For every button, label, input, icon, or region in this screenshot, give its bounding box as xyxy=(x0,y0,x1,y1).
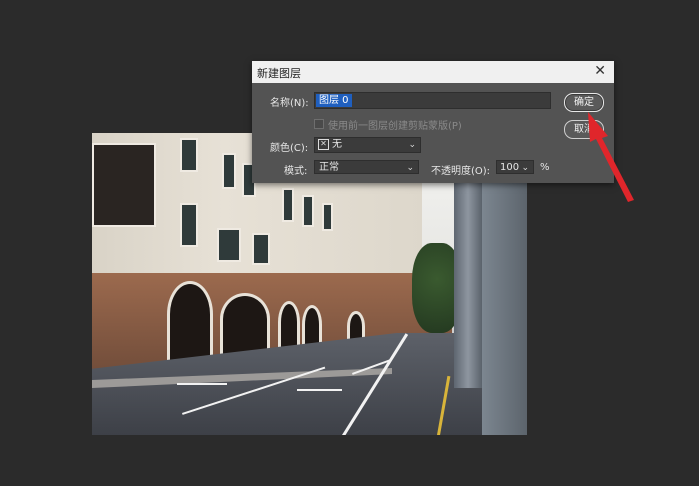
clipping-mask-label: 使用前一图层创建剪贴蒙版(P) xyxy=(328,121,462,132)
color-value: 无 xyxy=(332,139,342,150)
layer-name-input[interactable]: 图层 0 xyxy=(314,92,551,109)
opacity-label: 不透明度(O): xyxy=(431,166,491,177)
none-color-swatch-icon: ✕ xyxy=(318,138,329,150)
opacity-value: 100 xyxy=(500,162,520,173)
chevron-down-icon[interactable]: ⌄ xyxy=(521,161,529,175)
clipping-mask-checkbox[interactable] xyxy=(314,119,324,129)
chevron-down-icon: ⌄ xyxy=(408,140,416,150)
dialog-titlebar: 新建图层 ✕ xyxy=(252,61,614,83)
annotation-arrow-icon xyxy=(588,112,634,202)
opacity-input[interactable]: 100 ⌄ xyxy=(496,160,534,174)
mode-label: 模式: xyxy=(284,166,308,177)
blend-mode-select[interactable]: 正常 ⌄ xyxy=(314,160,419,174)
chevron-down-icon: ⌄ xyxy=(406,163,414,173)
dialog-title: 新建图层 xyxy=(257,67,301,80)
opacity-unit: % xyxy=(540,162,550,173)
new-layer-dialog: 新建图层 ✕ 名称(N): 图层 0 使用前一图层创建剪贴蒙版(P) 颜色(C)… xyxy=(252,61,614,183)
close-icon[interactable]: ✕ xyxy=(594,63,606,79)
name-label: 名称(N): xyxy=(270,98,309,109)
mode-value: 正常 xyxy=(319,162,339,173)
layer-name-value: 图层 0 xyxy=(316,94,352,107)
color-select[interactable]: ✕ 无 ⌄ xyxy=(314,137,421,153)
color-label: 颜色(C): xyxy=(270,143,309,154)
